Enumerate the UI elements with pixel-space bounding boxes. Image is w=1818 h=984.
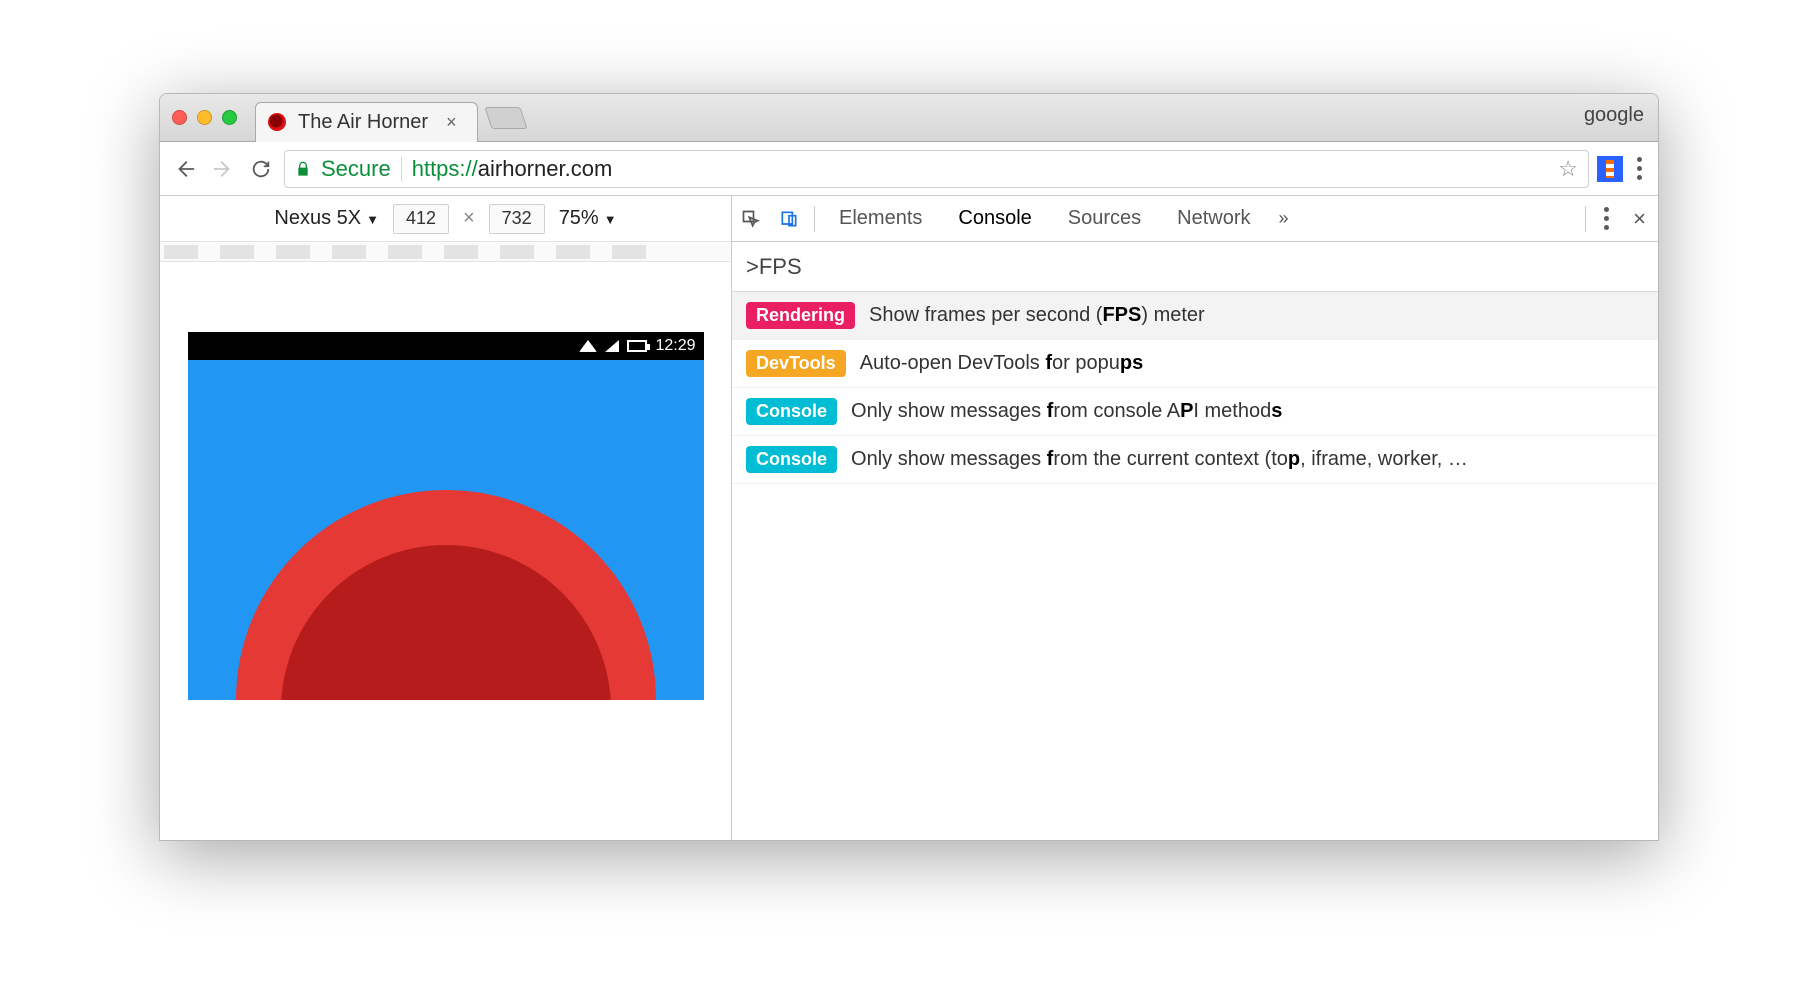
wifi-icon xyxy=(579,340,597,352)
command-menu-item[interactable]: Console Only show messages from the curre… xyxy=(732,436,1658,484)
device-select[interactable]: Nexus 5X▼ xyxy=(274,207,379,230)
bookmark-star-icon[interactable]: ☆ xyxy=(1558,156,1578,182)
command-label: Only show messages from the current cont… xyxy=(851,448,1468,471)
devtools-close-button[interactable]: × xyxy=(1621,206,1658,232)
zoom-window-button[interactable] xyxy=(222,110,237,125)
command-menu-list: Rendering Show frames per second (FPS) me… xyxy=(732,292,1658,484)
status-time: 12:29 xyxy=(655,337,695,355)
command-label: Auto-open DevTools for popups xyxy=(860,352,1144,375)
device-viewport: 12:29 xyxy=(160,262,731,840)
new-tab-button[interactable] xyxy=(484,107,527,129)
cell-signal-icon xyxy=(605,340,619,352)
command-category-badge: Console xyxy=(746,398,837,425)
emulated-device: 12:29 xyxy=(188,332,704,840)
command-menu-item[interactable]: Console Only show messages from console A… xyxy=(732,388,1658,436)
devtools-pane: Elements Console Sources Network » × >FP… xyxy=(732,196,1658,840)
command-menu-input[interactable]: >FPS xyxy=(732,242,1658,292)
tabs-overflow-button[interactable]: » xyxy=(1269,208,1299,229)
close-window-button[interactable] xyxy=(172,110,187,125)
device-mode-pane: Nexus 5X▼ × 75%▼ 12:29 xyxy=(160,196,732,840)
url-text: https://airhorner.com xyxy=(412,156,613,182)
tab-network[interactable]: Network xyxy=(1159,196,1268,241)
content-split: Nexus 5X▼ × 75%▼ 12:29 xyxy=(160,196,1658,840)
forward-button[interactable] xyxy=(208,154,238,184)
lighthouse-extension-icon[interactable] xyxy=(1597,156,1623,182)
lock-icon xyxy=(295,160,311,178)
dimension-separator: × xyxy=(463,207,475,230)
devtools-separator xyxy=(814,206,815,232)
secure-label: Secure xyxy=(321,156,391,182)
tab-sources[interactable]: Sources xyxy=(1050,196,1159,241)
browser-window: The Air Horner × google Secure https://a… xyxy=(159,93,1659,841)
viewport-height-input[interactable] xyxy=(489,204,545,234)
inspect-element-icon[interactable] xyxy=(732,209,770,229)
minimize-window-button[interactable] xyxy=(197,110,212,125)
reload-button[interactable] xyxy=(246,154,276,184)
devtools-separator xyxy=(1585,206,1586,232)
titlebar: The Air Horner × google xyxy=(160,94,1658,142)
command-menu-item[interactable]: DevTools Auto-open DevTools for popups xyxy=(732,340,1658,388)
browser-menu-button[interactable] xyxy=(1631,157,1648,180)
zoom-select[interactable]: 75%▼ xyxy=(559,207,617,230)
devtools-menu-button[interactable] xyxy=(1592,207,1621,230)
command-label: Show frames per second (FPS) meter xyxy=(869,304,1205,327)
viewport-width-input[interactable] xyxy=(393,204,449,234)
command-category-badge: DevTools xyxy=(746,350,846,377)
command-menu-item[interactable]: Rendering Show frames per second (FPS) me… xyxy=(732,292,1658,340)
tab-elements[interactable]: Elements xyxy=(821,196,940,241)
page-content[interactable] xyxy=(188,360,704,700)
command-menu: >FPS Rendering Show frames per second (FP… xyxy=(732,242,1658,840)
url-toolbar: Secure https://airhorner.com ☆ xyxy=(160,142,1658,196)
browser-tab[interactable]: The Air Horner × xyxy=(255,102,478,142)
omnibox[interactable]: Secure https://airhorner.com ☆ xyxy=(284,150,1589,188)
tab-console[interactable]: Console xyxy=(940,196,1049,241)
tab-close-button[interactable]: × xyxy=(440,112,463,133)
command-category-badge: Console xyxy=(746,446,837,473)
window-controls xyxy=(172,110,237,125)
viewport-ruler xyxy=(160,242,731,262)
toggle-device-toolbar-icon[interactable] xyxy=(770,209,808,229)
devtools-tab-bar: Elements Console Sources Network » × xyxy=(732,196,1658,242)
back-button[interactable] xyxy=(170,154,200,184)
command-category-badge: Rendering xyxy=(746,302,855,329)
omnibox-divider xyxy=(401,157,402,181)
favicon-icon xyxy=(268,113,286,131)
battery-icon xyxy=(627,340,647,352)
device-toolbar: Nexus 5X▼ × 75%▼ xyxy=(160,196,731,242)
profile-label[interactable]: google xyxy=(1584,104,1644,127)
tab-title: The Air Horner xyxy=(298,111,428,134)
device-status-bar: 12:29 xyxy=(188,332,704,360)
command-label: Only show messages from console API meth… xyxy=(851,400,1282,423)
